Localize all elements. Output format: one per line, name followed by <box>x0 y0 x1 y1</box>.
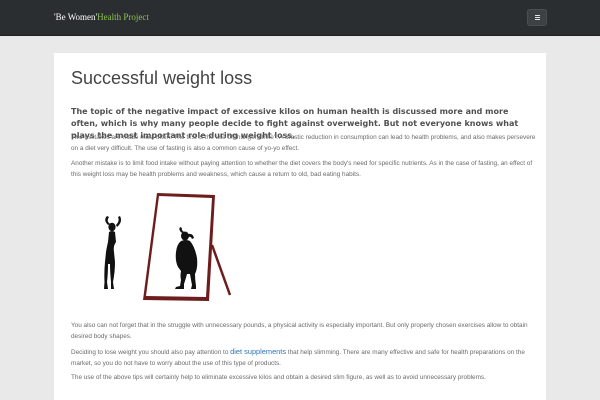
top-navbar: 'Be Women'Health Project <box>0 0 600 36</box>
article-paragraph-5: The use of the above tips will certainly… <box>71 374 486 381</box>
site-logo[interactable]: 'Be Women'Health Project <box>54 12 149 23</box>
article-paragraph-2: Another mistake is to limit food intake … <box>71 160 533 178</box>
brand-accent-text: Health Project <box>97 12 149 22</box>
woman-mirror-illustration <box>104 193 232 301</box>
menu-toggle-button[interactable] <box>527 9 547 26</box>
slim-woman-silhouette <box>104 216 121 289</box>
article-paragraph-3: You also can not forget that in the stru… <box>71 322 528 340</box>
article-paragraph-1: Two mistakes are made most often. The fi… <box>71 134 536 152</box>
hamburger-menu-icon <box>534 15 540 20</box>
brand-quote-text: 'Be Women' <box>54 12 98 22</box>
paragraph-4-text-before: Deciding to lose weight you should also … <box>71 349 231 356</box>
article-paragraph-4: Deciding to lose weight you should also … <box>71 346 536 369</box>
page-title: Successful weight loss <box>71 68 253 88</box>
diet-supplements-link[interactable]: diet supplements <box>230 347 286 356</box>
